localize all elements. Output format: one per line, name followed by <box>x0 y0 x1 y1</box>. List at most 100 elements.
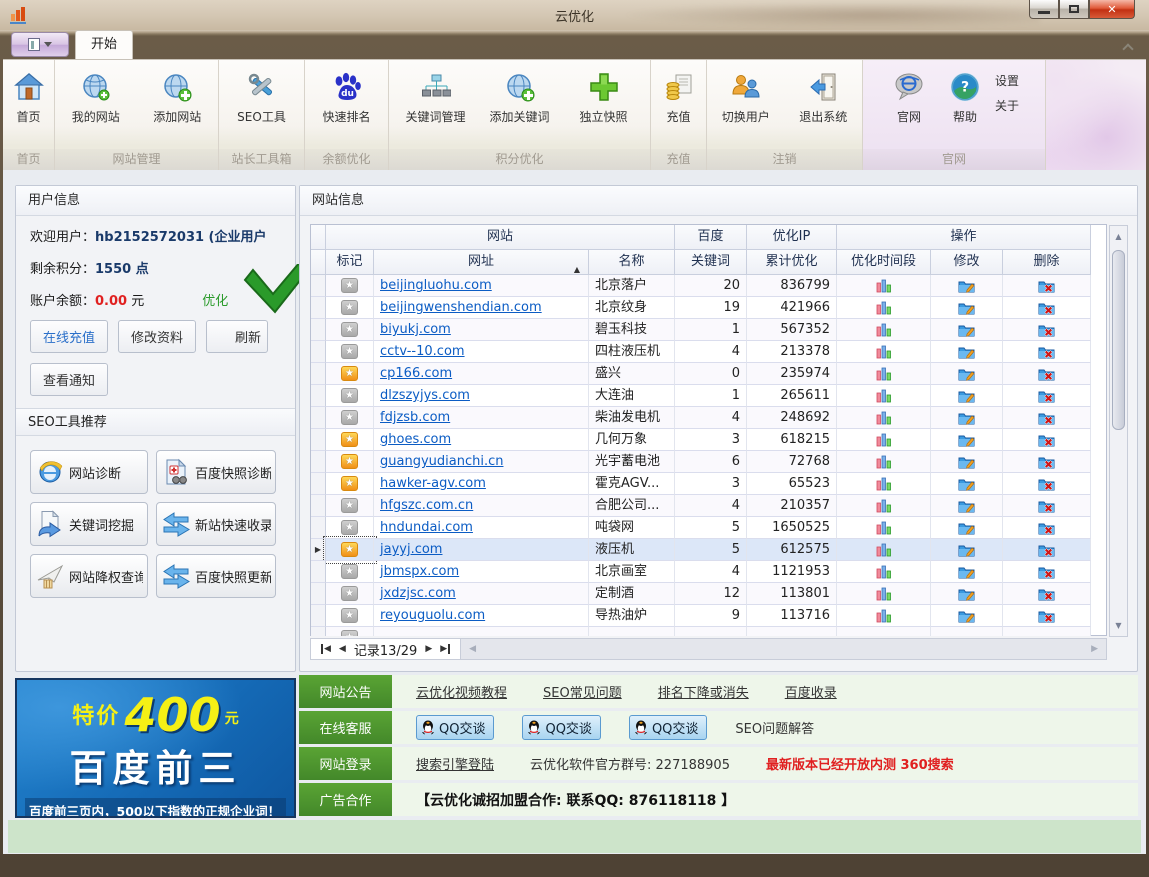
vertical-scrollbar[interactable]: ▲ ▼ <box>1109 225 1128 637</box>
site-url-link[interactable]: reyouguolu.com <box>380 605 485 626</box>
star-icon[interactable]: ★ <box>341 300 358 315</box>
my-sites-button[interactable]: 我的网站 <box>55 66 137 125</box>
site-demotion-check-button[interactable]: 网站降权查询 <box>30 554 148 598</box>
edit-icon[interactable] <box>958 521 975 535</box>
chart-icon[interactable] <box>876 279 892 293</box>
col-edit[interactable]: 修改 <box>931 250 1003 275</box>
add-site-button[interactable]: 添加网站 <box>137 66 219 125</box>
star-icon[interactable]: ★ <box>341 586 358 601</box>
application-menu-button[interactable] <box>11 32 69 57</box>
prev-page-icon[interactable]: ◀ <box>339 644 346 654</box>
qq-chat-button[interactable]: QQ交谈 <box>522 715 600 740</box>
table-row[interactable]: ▶ ★ fdjzsb.com 柴油发电机 4 248692 <box>311 407 1106 429</box>
table-row[interactable]: ▶ ★ biyukj.com 碧玉科技 1 567352 <box>311 319 1106 341</box>
table-row[interactable]: ▶ ★ ghoes.com 几何万象 3 618215 <box>311 429 1106 451</box>
qq-chat-button[interactable]: QQ交谈 <box>629 715 707 740</box>
site-url-link[interactable]: biyukj.com <box>380 319 451 340</box>
star-icon[interactable]: ★ <box>341 454 358 469</box>
edit-icon[interactable] <box>958 543 975 557</box>
chart-icon[interactable] <box>876 587 892 601</box>
star-icon[interactable]: ★ <box>341 388 358 403</box>
announce-link[interactable]: 排名下降或消失 <box>658 682 749 701</box>
col-total[interactable]: 累计优化 <box>747 250 837 275</box>
delete-icon[interactable] <box>1038 477 1055 491</box>
table-row[interactable]: ▶ ★ reyouguolu.com 导热油炉 9 113716 <box>311 605 1106 627</box>
ad-banner[interactable]: 特价 400 元 百度前三 百度前三页内，500以下指数的正规企业词！ QQ:7… <box>15 678 296 818</box>
site-url-link[interactable]: jbmspx.com <box>380 561 459 582</box>
delete-icon[interactable] <box>1038 609 1055 623</box>
site-url-link[interactable]: guangyudianchi.cn <box>380 451 503 472</box>
chart-icon[interactable] <box>876 477 892 491</box>
delete-icon[interactable] <box>1038 367 1055 381</box>
edit-profile-button[interactable]: 修改资料 <box>118 320 196 353</box>
scroll-down-icon[interactable]: ▼ <box>1110 617 1127 634</box>
site-url-link[interactable]: hawker-agv.com <box>380 473 486 494</box>
col-delete[interactable]: 删除 <box>1003 250 1091 275</box>
site-diagnose-button[interactable]: 网站诊断 <box>30 450 148 494</box>
col-mark[interactable]: 标记 <box>326 250 374 275</box>
edit-icon[interactable] <box>958 411 975 425</box>
star-icon[interactable]: ★ <box>341 608 358 623</box>
site-url-link[interactable]: cp166.com <box>380 363 452 384</box>
edit-icon[interactable] <box>958 587 975 601</box>
announce-link[interactable]: 云优化视频教程 <box>416 682 507 701</box>
refresh-button[interactable]: 刷新 <box>206 320 268 353</box>
chart-icon[interactable] <box>876 389 892 403</box>
star-icon[interactable]: ★ <box>341 520 358 535</box>
delete-icon[interactable] <box>1038 455 1055 469</box>
site-url-link[interactable]: cctv--10.com <box>380 341 465 362</box>
star-icon[interactable]: ★ <box>341 542 358 557</box>
search-engine-login-link[interactable]: 搜索引擎登陆 <box>416 754 494 773</box>
exit-system-button[interactable]: 退出系统 <box>785 66 863 125</box>
chart-icon[interactable] <box>876 543 892 557</box>
table-row[interactable]: ▶ ★ dlzszyjys.com 大连油 1 265611 <box>311 385 1106 407</box>
delete-icon[interactable] <box>1038 389 1055 403</box>
site-url-link[interactable]: jayyj.com <box>380 539 442 560</box>
first-page-icon[interactable]: ◀ <box>321 644 331 654</box>
official-site-button[interactable]: 官网 <box>881 66 937 125</box>
table-row[interactable]: ▶ ★ jayyj.com 液压机 5 612575 <box>311 539 1106 561</box>
delete-icon[interactable] <box>1038 301 1055 315</box>
baidu-snapshot-update-button[interactable]: 百度快照更新 <box>156 554 276 598</box>
chart-icon[interactable] <box>876 323 892 337</box>
col-name[interactable]: 名称 <box>589 250 675 275</box>
delete-icon[interactable] <box>1038 521 1055 535</box>
scroll-up-icon[interactable]: ▲ <box>1110 228 1127 245</box>
star-icon[interactable]: ★ <box>341 322 358 337</box>
chart-icon[interactable] <box>876 609 892 623</box>
site-url-link[interactable]: beijingluohu.com <box>380 275 492 296</box>
chart-icon[interactable] <box>876 345 892 359</box>
delete-icon[interactable] <box>1038 279 1055 293</box>
last-page-icon[interactable]: ▶ <box>440 644 450 654</box>
announce-link[interactable]: SEO常见问题 <box>543 682 622 701</box>
edit-icon[interactable] <box>958 323 975 337</box>
table-row[interactable]: ▶ ★ jxdzjsc.com 定制酒 12 113801 <box>311 583 1106 605</box>
site-url-link[interactable]: fdjzsb.com <box>380 407 450 428</box>
minimize-button[interactable] <box>1029 0 1059 19</box>
standalone-snapshot-button[interactable]: 独立快照 <box>562 66 646 125</box>
hscroll-right-icon[interactable]: ▶ <box>1083 639 1106 659</box>
delete-icon[interactable] <box>1038 345 1055 359</box>
qq-chat-button[interactable]: QQ交谈 <box>416 715 494 740</box>
recharge-button[interactable]: 充值 <box>651 66 706 125</box>
star-icon[interactable]: ★ <box>341 344 358 359</box>
new-site-index-button[interactable]: 新站快速收录 <box>156 502 276 546</box>
delete-icon[interactable] <box>1038 499 1055 513</box>
chart-icon[interactable] <box>876 455 892 469</box>
edit-icon[interactable] <box>958 455 975 469</box>
table-row[interactable]: ▶ ★ hndundai.com 吨袋网 5 1650525 <box>311 517 1106 539</box>
site-url-link[interactable]: ghoes.com <box>380 429 451 450</box>
edit-icon[interactable] <box>958 345 975 359</box>
settings-button[interactable]: 设置 <box>995 72 1019 89</box>
edit-icon[interactable] <box>958 367 975 381</box>
delete-icon[interactable] <box>1038 565 1055 579</box>
table-row[interactable]: ▶ ★ beijingwenshendian.com 北京纹身 19 42196… <box>311 297 1106 319</box>
edit-icon[interactable] <box>958 477 975 491</box>
table-row[interactable]: ▶ ★ cctv--10.com 四柱液压机 4 213378 <box>311 341 1106 363</box>
hscroll-left-icon[interactable]: ◀ <box>461 639 484 659</box>
chart-icon[interactable] <box>876 301 892 315</box>
chart-icon[interactable] <box>876 411 892 425</box>
baidu-snapshot-diagnose-button[interactable]: 百度快照诊断 <box>156 450 276 494</box>
edit-icon[interactable] <box>958 389 975 403</box>
announce-link[interactable]: 百度收录 <box>785 682 837 701</box>
